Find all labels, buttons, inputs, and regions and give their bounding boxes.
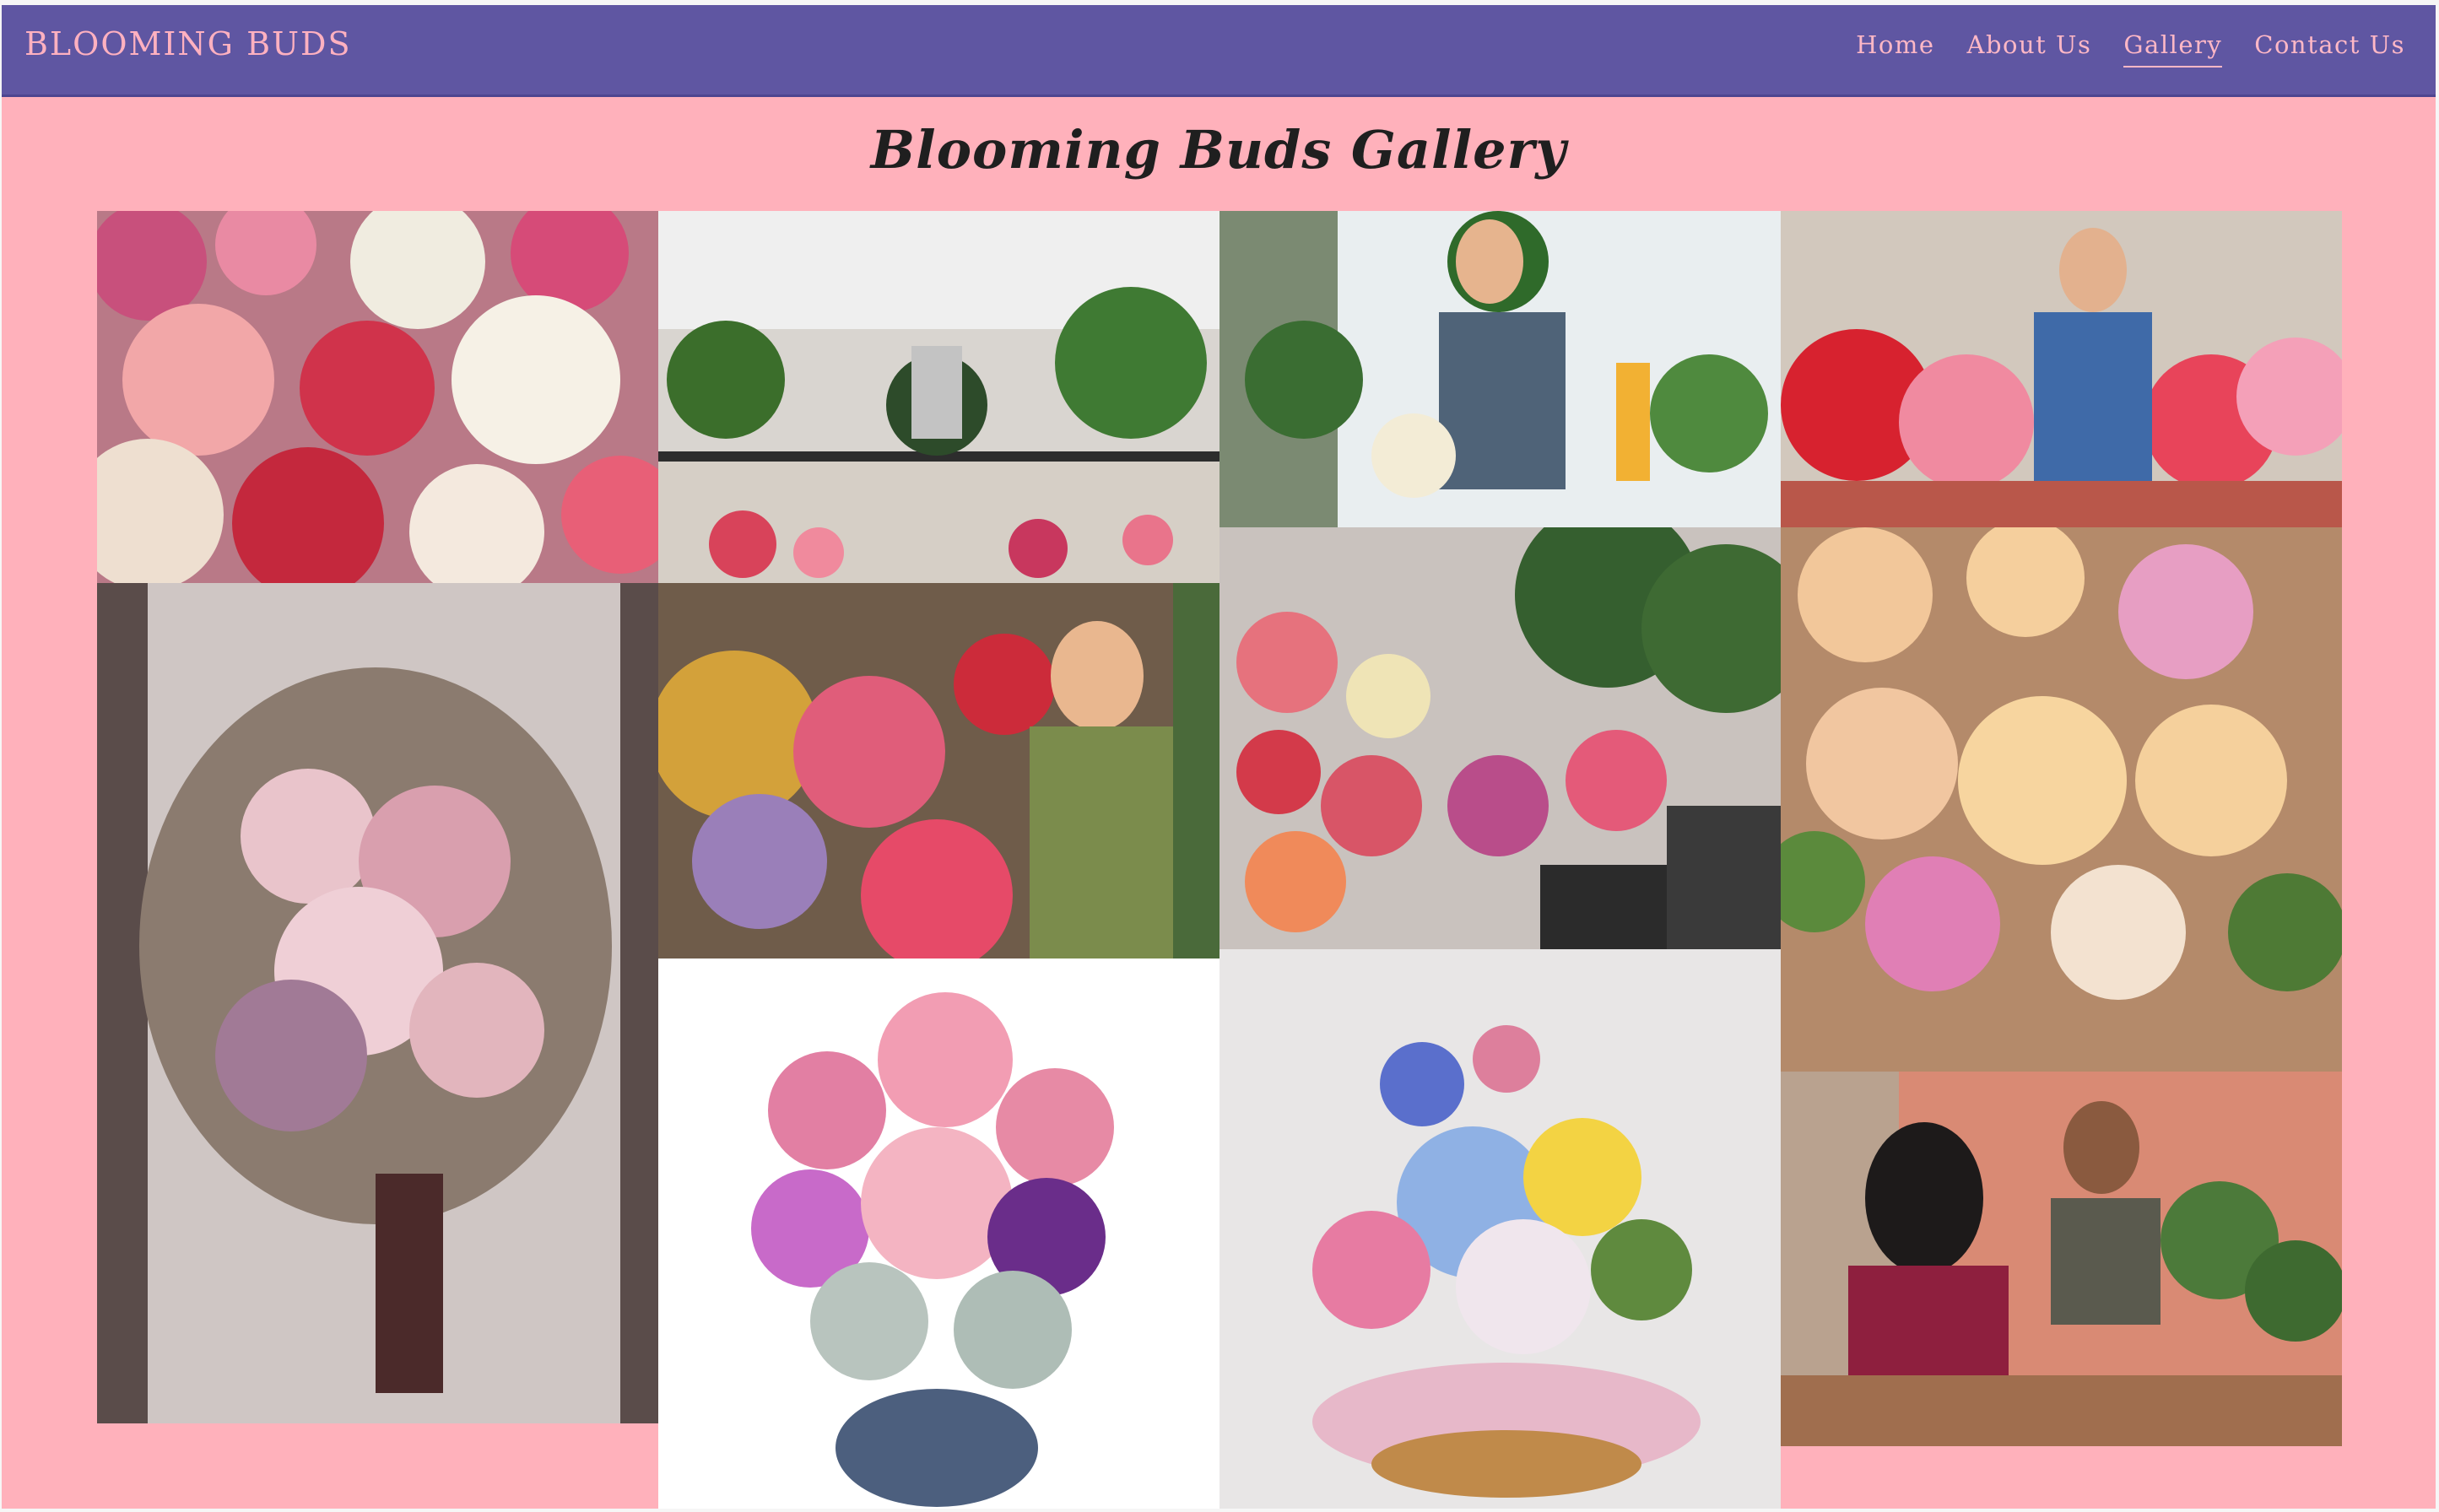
page-title: Blooming Buds Gallery — [870, 119, 1567, 181]
peach-roses-bouquet-photo — [1781, 527, 2342, 1072]
nav-about-us[interactable]: About Us — [1967, 30, 2092, 68]
nav-home[interactable]: Home — [1856, 30, 1934, 68]
bridal-bouquet-photo — [97, 583, 658, 1423]
navbar: BLOOMING BUDS Home About Us Gallery Cont… — [2, 5, 2436, 97]
nav-contact-us[interactable]: Contact Us — [2254, 30, 2405, 68]
florist-woman-with-roses-photo — [658, 583, 1220, 958]
flower-shop-display-photo — [1220, 527, 1781, 949]
florist-shop-counter-photo — [658, 211, 1220, 583]
basket-arrangement-photo — [1220, 949, 1781, 1509]
nav-gallery[interactable]: Gallery — [2123, 30, 2223, 68]
florist-man-with-flowers-photo — [1781, 211, 2342, 527]
brand-logo[interactable]: BLOOMING BUDS — [24, 25, 352, 62]
main-nav: Home About Us Gallery Contact Us — [1856, 30, 2405, 68]
page: BLOOMING BUDS Home About Us Gallery Cont… — [2, 5, 2436, 1509]
flower-market-photo — [97, 211, 658, 583]
customer-paying-florist-photo — [1781, 1072, 2342, 1446]
pink-arrangement-vase-photo — [658, 958, 1220, 1509]
florist-on-phone-photo — [1220, 211, 1781, 527]
